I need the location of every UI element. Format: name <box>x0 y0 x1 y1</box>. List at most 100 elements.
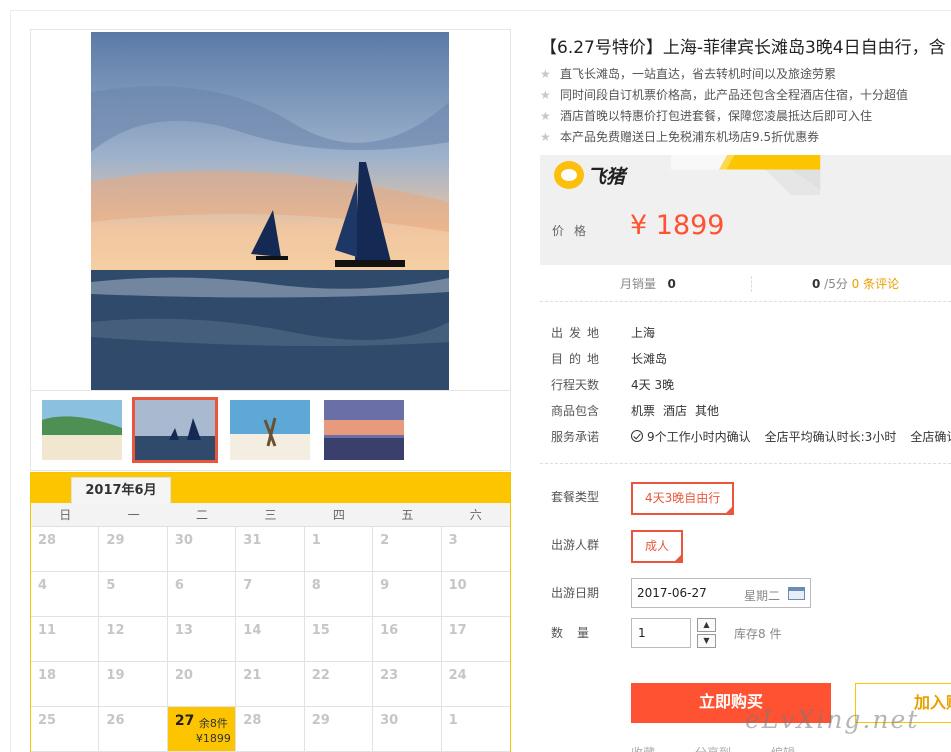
weekday-header: 六 <box>469 508 482 522</box>
watermark: eLvXing.net <box>745 705 920 734</box>
travel-date-label: 出游日期 <box>551 586 600 600</box>
travel-date-input[interactable]: 2017-06-27 星期二 <box>631 578 811 608</box>
day-number: 8 <box>311 578 321 593</box>
property-value: 4天 3晚 <box>631 376 674 393</box>
day-number: 3 <box>448 533 458 548</box>
calendar-day: 3 <box>441 527 510 572</box>
star-icon: ★ <box>540 108 551 123</box>
departure-calendar: 2017年6月 日一二三四五六 28 29 30 31 1 2 3 4 5 6 7 8 9 10 11 12 1… <box>30 472 511 752</box>
day-stock: 余8件 <box>198 717 228 730</box>
weekday-header: 一 <box>127 508 140 522</box>
day-number: 29 <box>311 713 330 728</box>
calendar-day: 5 <box>99 572 168 617</box>
quantity-label: 数量 <box>551 626 604 640</box>
brand-name: 飞猪 <box>587 165 626 188</box>
property-value-text: 9个工作小时内确认 <box>647 429 751 444</box>
calendar-day: 24 <box>441 662 510 707</box>
calendar-day: 13 <box>167 617 237 662</box>
day-number: 30 <box>174 533 193 548</box>
property-value: 长滩岛 <box>631 350 667 367</box>
property-row: 出发地 上海 <box>551 319 951 345</box>
star-icon: ★ <box>540 66 551 81</box>
price-value: ¥ 1899 <box>630 210 725 241</box>
feature-text: 本产品免费赠送日上免税浦东机场店9.5折优惠券 <box>560 130 820 144</box>
sunset-sailboat-photo <box>91 32 449 390</box>
property-value: 机票 酒店 其他 <box>631 402 719 419</box>
property-value-item: 其他 <box>695 403 720 418</box>
main-photo[interactable] <box>91 32 449 390</box>
product-title: 【6.27号特价】上海-菲律宾长滩岛3晚4日自由行，含 <box>540 38 946 58</box>
quantity-increase-button[interactable]: ▲ <box>697 618 716 632</box>
calendar-day: 28 <box>31 527 100 572</box>
day-number: 21 <box>243 668 262 683</box>
day-number: 13 <box>174 623 193 638</box>
property-key: 目的地 <box>551 351 606 366</box>
check-circle-icon <box>631 429 643 442</box>
calendar-month-tab[interactable]: 2017年6月 <box>71 477 171 504</box>
star-icon: ★ <box>540 87 551 102</box>
day-number: 29 <box>106 533 125 548</box>
product-page: 2017年6月 日一二三四五六 28 29 30 31 1 2 3 4 5 6 7 8 9 10 11 12 1… <box>0 0 951 752</box>
share-link[interactable]: 分享到 <box>695 744 731 752</box>
calendar-day: 29 <box>304 707 374 752</box>
traveler-option-button[interactable]: 成人 <box>631 530 684 563</box>
quantity-decrease-button[interactable]: ▼ <box>697 634 716 648</box>
day-number: 4 <box>38 578 48 593</box>
day-number: 12 <box>106 623 125 638</box>
package-option-button[interactable]: 4天3晚自由行 <box>631 482 735 515</box>
calendar-day-available[interactable]: 27 余8件 ¥1899 <box>167 707 237 752</box>
stats-bar: 月销量 0 0 /5分 0 条评论 <box>540 266 951 302</box>
day-number: 1 <box>448 713 458 728</box>
day-number: 15 <box>311 623 330 638</box>
property-key: 服务承诺 <box>551 429 600 444</box>
calendar-day: 9 <box>373 572 442 617</box>
quantity-input[interactable] <box>631 618 691 648</box>
property-value: 9个工作小时内确认全店平均确认时长:3小时全店确认 <box>631 428 951 445</box>
sales-value: 0 <box>667 277 676 291</box>
fliggy-logo[interactable]: 飞猪 <box>554 161 625 189</box>
day-price: ¥1899 <box>195 732 231 745</box>
day-number: 31 <box>243 533 262 548</box>
day-number: 23 <box>380 668 399 683</box>
property-value: 上海 <box>631 324 655 341</box>
calendar-day: 8 <box>304 572 374 617</box>
feature-list: ★ 直飞长滩岛，一站直达，省去转机时间以及旅途劳累 ★ 同时间段自订机票价格高，此产… <box>540 63 908 147</box>
calendar-day: 19 <box>99 662 168 707</box>
day-number: 22 <box>311 668 330 683</box>
calendar-day: 26 <box>99 707 168 752</box>
price-label: 价格 <box>552 224 597 238</box>
thumbnail-beach[interactable] <box>42 400 122 460</box>
calendar-day: 1 <box>304 527 374 572</box>
property-key: 出发地 <box>551 325 606 340</box>
thumbnail-sailboat[interactable] <box>132 397 218 463</box>
property-row: 服务承诺 9个工作小时内确认全店平均确认时长:3小时全店确认 <box>551 423 951 449</box>
day-number: 5 <box>106 578 116 593</box>
edit-link[interactable]: 编辑 <box>771 744 795 752</box>
calendar-day: 6 <box>167 572 237 617</box>
day-number: 1 <box>311 533 321 548</box>
day-number: 14 <box>243 623 262 638</box>
calendar-day: 17 <box>441 617 510 662</box>
calendar-icon[interactable] <box>788 587 805 600</box>
calendar-day: 16 <box>373 617 442 662</box>
calendar-day: 30 <box>373 707 442 752</box>
calendar-day: 28 <box>236 707 305 752</box>
thumbnail-dusk[interactable] <box>324 400 404 460</box>
favorite-link[interactable]: 收藏 <box>631 744 655 752</box>
day-number: 19 <box>106 668 125 683</box>
property-key: 行程天数 <box>551 377 600 392</box>
day-number: 11 <box>38 623 57 638</box>
product-properties: 出发地 上海目的地 长滩岛行程天数 4天 3晚商品包含 机票 酒店 其他服务承诺 9个工作小时… <box>551 319 951 449</box>
day-number: 10 <box>448 578 467 593</box>
reviews-link[interactable]: 0 条评论 <box>852 277 899 291</box>
property-key: 商品包含 <box>551 403 600 418</box>
thumbnail-driftwood[interactable] <box>230 400 310 460</box>
stats-divider <box>751 276 752 292</box>
calendar-weekdays: 日一二三四五六 <box>31 503 510 527</box>
package-type-label: 套餐类型 <box>551 490 600 504</box>
calendar-day: 4 <box>31 572 100 617</box>
bottom-links: 收藏 分享到 编辑 <box>631 744 795 752</box>
day-number: 30 <box>380 713 399 728</box>
options-divider <box>540 463 951 464</box>
calendar-day: 7 <box>236 572 305 617</box>
